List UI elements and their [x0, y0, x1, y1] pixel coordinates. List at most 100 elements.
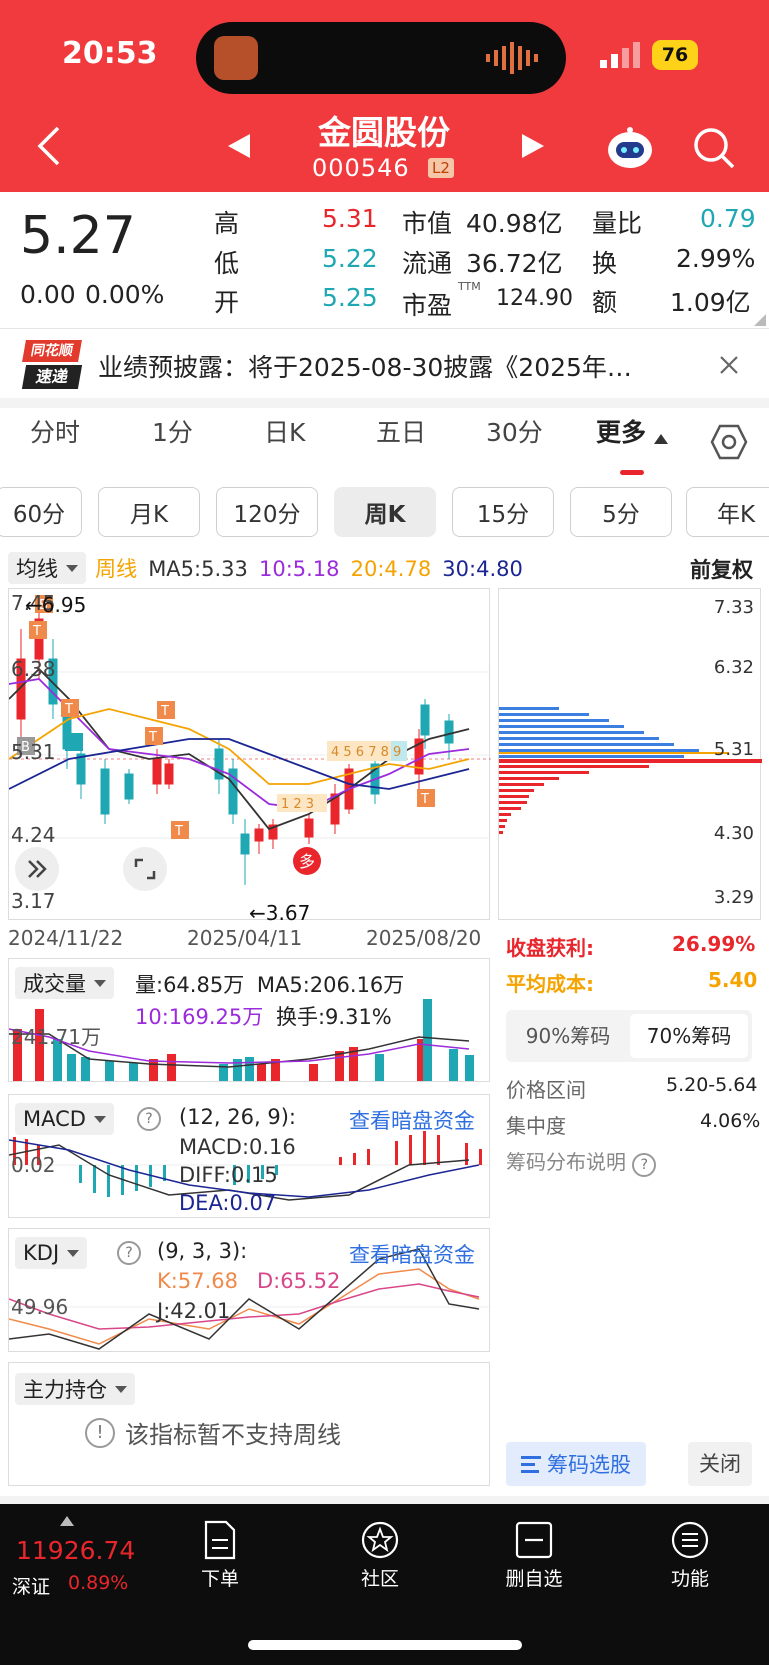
- dynamic-island: [196, 22, 566, 94]
- chip-y-label-5: 3.29: [713, 887, 754, 908]
- nav-community-label: 社区: [360, 1568, 399, 1590]
- chip-y-label-4: 4.30: [713, 823, 754, 844]
- subtab-15min[interactable]: 15分: [452, 487, 554, 537]
- turnover-rate: 换手:9.31%: [275, 1005, 392, 1029]
- subtab-120min[interactable]: 120分: [216, 487, 318, 537]
- tab-fenshi[interactable]: 分时: [30, 413, 80, 449]
- dea-value: DEA:0.07: [179, 1191, 277, 1215]
- tab-five-day[interactable]: 五日: [376, 413, 426, 449]
- volume-panel[interactable]: 成交量 量:64.85万 MA5:206.16万 10:169.25万 换手:9…: [8, 958, 490, 1082]
- chip-pick-button[interactable]: 筹码选股: [506, 1442, 646, 1486]
- svg-text:T: T: [148, 730, 157, 745]
- not-supported-text: 该指标暂不支持周线: [125, 1421, 341, 1449]
- kline-chart[interactable]: B T T T T T T B 1 2 3 4 5 6 7 8 9 多 7.45…: [8, 588, 491, 925]
- indicator-select-ma[interactable]: 均线: [8, 552, 86, 584]
- avg-cost-value: 5.40: [708, 968, 758, 992]
- avg-cost-label: 平均成本:: [506, 972, 594, 996]
- low-value: 5.22: [322, 244, 378, 273]
- tab-1min[interactable]: 1分: [152, 413, 193, 449]
- pe-value: 124.90: [496, 286, 573, 311]
- svg-text:T: T: [160, 704, 169, 719]
- indicator-select-macd[interactable]: MACD: [15, 1103, 114, 1135]
- concentration-value: 4.06%: [700, 1110, 761, 1132]
- indicator-select-volume[interactable]: 成交量: [15, 967, 114, 999]
- expand-panel-button[interactable]: [15, 847, 59, 891]
- remove-box-icon: [515, 1521, 553, 1559]
- kdj-panel[interactable]: KDJ ? (9, 3, 3): 查看暗盘资金 K:57.68 D:65.52 …: [8, 1228, 491, 1352]
- chip-pick-label: 筹码选股: [547, 1453, 631, 1477]
- low-label: 低: [214, 249, 240, 278]
- tab-daily-k[interactable]: 日K: [264, 413, 305, 449]
- chip-tabs: 90%筹码 70%筹码: [506, 1010, 752, 1062]
- dark-pool-link[interactable]: 查看暗盘资金: [349, 1239, 475, 1269]
- prev-stock-icon[interactable]: [226, 132, 252, 160]
- ma5-value: MA5:5.33: [148, 557, 248, 581]
- close-notice-icon[interactable]: [718, 354, 740, 376]
- nav-order[interactable]: 下单: [160, 1520, 280, 1591]
- help-icon: ?: [632, 1153, 657, 1177]
- fullscreen-button[interactable]: [123, 847, 167, 891]
- y-label-5: 3.17: [11, 889, 56, 913]
- info-icon: !: [85, 1417, 115, 1448]
- divider: [0, 398, 769, 408]
- stock-name: 金圆股份: [318, 113, 450, 152]
- chip-tab-90[interactable]: 90%筹码: [510, 1014, 626, 1058]
- subtab-60min[interactable]: 60分: [0, 487, 82, 537]
- chip-distribution-chart[interactable]: 7.33 6.32 5.31 4.30 3.29: [498, 588, 762, 920]
- subtab-monthly-k[interactable]: 月K: [98, 487, 200, 537]
- diff-value: DIFF:0.15: [179, 1163, 278, 1187]
- vol-ratio-label: 量比: [592, 209, 643, 238]
- ma20-value: 20:4.78: [350, 557, 432, 581]
- svg-text:T: T: [64, 702, 73, 717]
- volume-axis-label: 241.71万: [11, 1025, 101, 1049]
- chip-explain-link[interactable]: 筹码分布说明 ?: [506, 1146, 657, 1177]
- notice-text[interactable]: 业绩预披露：将于2025-08-30披露《2025年…: [98, 348, 698, 384]
- macd-value: MACD:0.16: [179, 1135, 296, 1159]
- chip-y-label-3: 5.31: [713, 739, 754, 760]
- min-price-marker: ←3.67: [249, 901, 311, 925]
- back-arrow-icon[interactable]: [34, 124, 64, 168]
- chip-close-button[interactable]: 关闭: [688, 1442, 752, 1486]
- chip-tab-70[interactable]: 70%筹码: [630, 1014, 748, 1058]
- menu-circle-icon: [671, 1521, 709, 1559]
- tab-30min[interactable]: 30分: [486, 413, 543, 449]
- indicator-select-holding[interactable]: 主力持仓: [15, 1373, 135, 1405]
- y-label-4: 4.24: [11, 823, 56, 847]
- subtab-weekly-k[interactable]: 周K: [334, 487, 436, 537]
- nav-community[interactable]: 社区: [320, 1520, 440, 1591]
- robot-assistant-icon[interactable]: [604, 124, 656, 172]
- date-label-mid: 2025/04/11: [187, 926, 303, 950]
- indicator-select-kdj[interactable]: KDJ: [15, 1237, 88, 1269]
- next-stock-icon[interactable]: [520, 132, 546, 160]
- search-icon[interactable]: [692, 126, 736, 170]
- settings-icon[interactable]: [710, 424, 748, 460]
- nav-order-label: 下单: [200, 1568, 239, 1590]
- help-icon[interactable]: ?: [117, 1241, 141, 1265]
- nav-remove-label: 删自选: [505, 1568, 563, 1590]
- price-range-value: 5.20-5.64: [666, 1074, 758, 1096]
- subtab-5min[interactable]: 5分: [570, 487, 672, 537]
- index-value[interactable]: 11926.74: [16, 1536, 135, 1565]
- chip-explain-text: 筹码分布说明: [506, 1150, 626, 1174]
- tab-more[interactable]: 更多: [596, 413, 646, 449]
- nav-functions[interactable]: 功能: [630, 1520, 750, 1591]
- divider: [0, 328, 769, 329]
- home-indicator[interactable]: [248, 1640, 522, 1650]
- nav-remove-watchlist[interactable]: 删自选: [474, 1520, 594, 1591]
- chip-y-label-1: 7.33: [713, 597, 754, 618]
- high-label: 高: [214, 209, 240, 238]
- adjust-mode[interactable]: 前复权: [690, 554, 753, 584]
- macd-panel[interactable]: MACD ? (12, 26, 9): 查看暗盘资金 MACD:0.16 DIF…: [8, 1094, 491, 1218]
- subtab-yearly-k[interactable]: 年K: [686, 487, 769, 537]
- y-label-2: 6.38: [11, 657, 56, 681]
- float-value: 36.72亿: [466, 249, 563, 278]
- expand-corner-icon[interactable]: [754, 314, 766, 326]
- ma-period-label: 周线: [95, 557, 138, 581]
- open-label: 开: [214, 288, 240, 317]
- fullscreen-icon: [134, 858, 156, 880]
- help-icon[interactable]: ?: [137, 1107, 161, 1131]
- pe-ttm-tag: TTM: [458, 280, 481, 293]
- dark-pool-link[interactable]: 查看暗盘资金: [349, 1105, 475, 1135]
- ma10-value: 10:5.18: [258, 557, 340, 581]
- double-chevron-icon: [28, 860, 47, 878]
